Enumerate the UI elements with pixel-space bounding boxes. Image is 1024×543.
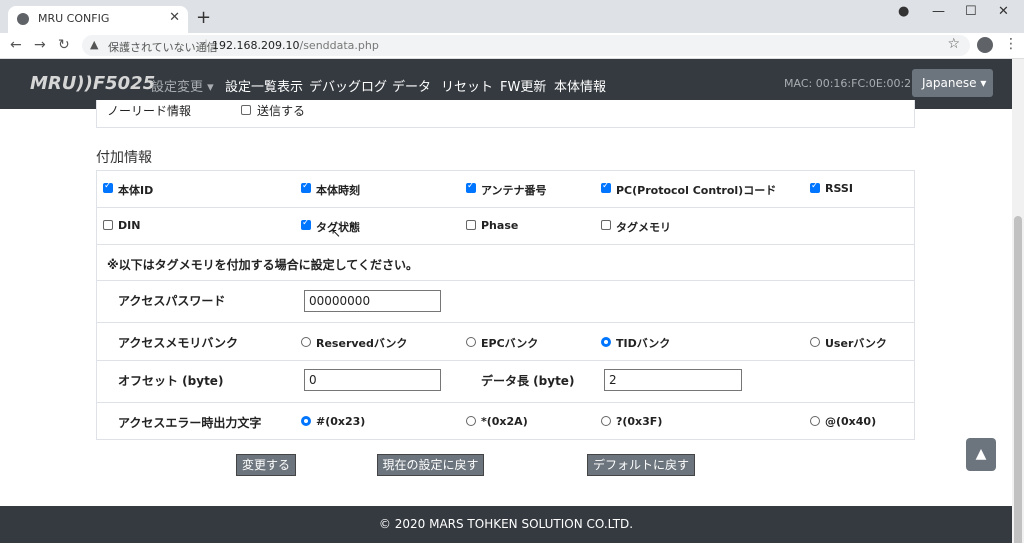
noread-checkbox[interactable] [241,105,251,115]
label-error-at: @(0x40) [825,415,877,428]
password-row: アクセスパスワード [96,281,915,323]
checkbox-row-1: 本体ID 本体時刻 アンテナ番号 PC(Protocol Control)コード… [96,170,915,208]
radio-error-asterisk[interactable] [466,416,476,426]
url-text: 192.168.209.10/senddata.php [212,39,379,52]
data-length-label: データ長 (byte) [481,374,575,388]
mac-address: MAC: 00:16:FC:0E:00:27 [784,77,919,90]
checkbox-rssi[interactable] [810,181,820,193]
label-device-id: 本体ID [118,184,154,197]
data-length-input[interactable] [604,369,742,391]
maximize-icon[interactable]: ☐ [965,4,977,19]
radio-error-at[interactable] [810,416,820,426]
radio-tid-bank[interactable] [601,337,611,347]
nav-data[interactable]: データ [392,76,431,95]
checkbox-device-id[interactable] [103,181,113,193]
memory-bank-label: アクセスメモリバンク [118,336,239,350]
browser-tabstrip: MRU CONFIG ✕ + ● — ☐ ✕ [0,0,1024,33]
security-status: 保護されていない通信 [108,41,218,54]
label-tag-memory: タグメモリ [616,221,671,234]
tag-memory-note: ※以下はタグメモリを付加する場合に設定してください。 [107,258,418,272]
label-error-hash: #(0x23) [316,415,366,428]
nav-device-info[interactable]: 本体情報 [554,76,606,95]
checkbox-tag-status[interactable] [301,218,311,230]
more-menu-icon[interactable]: ⋮ [1004,36,1018,52]
revert-button[interactable]: 現在の設定に戻す [377,454,484,476]
label-reserved-bank: Reservedバンク [316,337,408,350]
label-rssi: RSSI [825,182,853,195]
radio-error-question[interactable] [601,416,611,426]
window-close-icon[interactable]: ✕ [998,4,1009,19]
page-scrollbar[interactable] [1012,59,1024,543]
offset-input[interactable] [304,369,441,391]
nav-settings-list[interactable]: 設定一覧表示 [225,76,303,95]
label-error-question: ?(0x3F) [616,415,663,428]
nav-debug-log[interactable]: デバッグログ [309,76,387,95]
bookmark-star-icon[interactable]: ☆ [947,36,960,52]
checkbox-phase[interactable] [466,220,476,230]
checkbox-device-time[interactable] [301,181,311,193]
checkbox-din[interactable] [103,220,113,230]
label-tid-bank: TIDバンク [616,337,671,350]
label-device-time: 本体時刻 [316,184,360,197]
nav-settings-change[interactable]: 設定変更 ▾ [151,76,214,95]
error-char-row: アクセスエラー時出力文字 #(0x23) *(0x2A) ?(0x3F) @(0… [96,403,915,440]
scroll-to-top-icon[interactable]: ▲ [966,438,996,471]
memory-bank-row: アクセスメモリバンク Reservedバンク EPCバンク TIDバンク Use… [96,323,915,361]
language-dropdown[interactable]: Japanese ▾ [912,69,993,97]
noread-checkbox-label: 送信する [257,104,306,118]
password-label: アクセスパスワード [118,294,226,308]
brand-logo: MRU))F5025 [30,73,156,94]
new-tab-icon[interactable]: + [196,7,211,28]
label-phase: Phase [481,219,519,232]
back-icon[interactable]: ← [10,37,22,53]
label-user-bank: Userバンク [825,337,887,350]
nav-fw-update[interactable]: FW更新 [500,76,546,95]
address-bar-row: ← → ↻ ▲ 保護されていない通信 | 192.168.209.10/send… [0,33,1024,59]
scrollbar-thumb[interactable] [1014,216,1022,543]
nav-reset[interactable]: リセット [441,76,493,95]
checkbox-row-2: DIN タグ状態 Phase タグメモリ [96,208,915,245]
reload-icon[interactable]: ↻ [58,37,70,53]
radio-reserved-bank[interactable] [301,337,311,347]
section-title: 付加情報 [96,150,152,166]
noread-label: ノーリード情報 [107,104,192,118]
note-row: ※以下はタグメモリを付加する場合に設定してください。 [96,245,915,281]
close-tab-icon[interactable]: ✕ [169,10,180,25]
label-antenna: アンテナ番号 [481,184,547,197]
forward-icon[interactable]: → [34,37,46,53]
radio-user-bank[interactable] [810,337,820,347]
mouse-cursor-icon: ↖ [331,226,342,240]
label-error-asterisk: *(0x2A) [481,415,528,428]
noread-row: ノーリード情報 送信する [96,100,915,128]
checkbox-antenna[interactable] [466,181,476,193]
profile-menu-icon[interactable]: ● [898,4,909,19]
default-button[interactable]: デフォルトに戻す [587,454,695,476]
minimize-icon[interactable]: — [932,4,945,19]
label-pc-code: PC(Protocol Control)コード [616,184,777,197]
browser-tab[interactable]: MRU CONFIG ✕ [8,6,188,33]
tab-title: MRU CONFIG [38,12,110,25]
warning-icon: ▲ [90,38,99,51]
radio-epc-bank[interactable] [466,337,476,347]
access-password-input[interactable] [304,290,441,312]
footer: © 2020 MARS TOHKEN SOLUTION CO.LTD. [0,506,1012,543]
error-char-label: アクセスエラー時出力文字 [118,416,262,430]
checkbox-pc-code[interactable] [601,181,611,193]
offset-label: オフセット (byte) [118,374,224,388]
offset-row: オフセット (byte) データ長 (byte) [96,361,915,403]
change-button[interactable]: 変更する [236,454,296,476]
checkbox-tag-memory[interactable] [601,220,611,230]
account-icon[interactable] [977,37,993,53]
omnibox[interactable]: ▲ 保護されていない通信 | 192.168.209.10/senddata.p… [82,35,970,56]
globe-icon [17,13,29,25]
divider: | [204,38,209,52]
label-din: DIN [118,219,141,232]
radio-error-hash[interactable] [301,416,311,426]
label-epc-bank: EPCバンク [481,337,539,350]
